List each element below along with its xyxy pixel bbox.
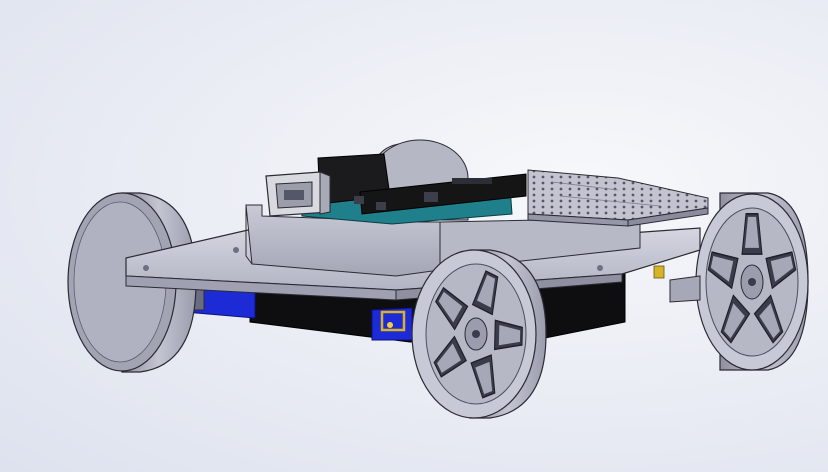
prototype-shield [527, 169, 709, 227]
cad-viewport [0, 0, 828, 472]
right-rear-wheel [653, 192, 809, 371]
robot-car-model [67, 139, 809, 419]
right-front-wheel [411, 249, 547, 419]
servo-motor-right [371, 307, 413, 341]
usb-b-connector [265, 171, 331, 217]
